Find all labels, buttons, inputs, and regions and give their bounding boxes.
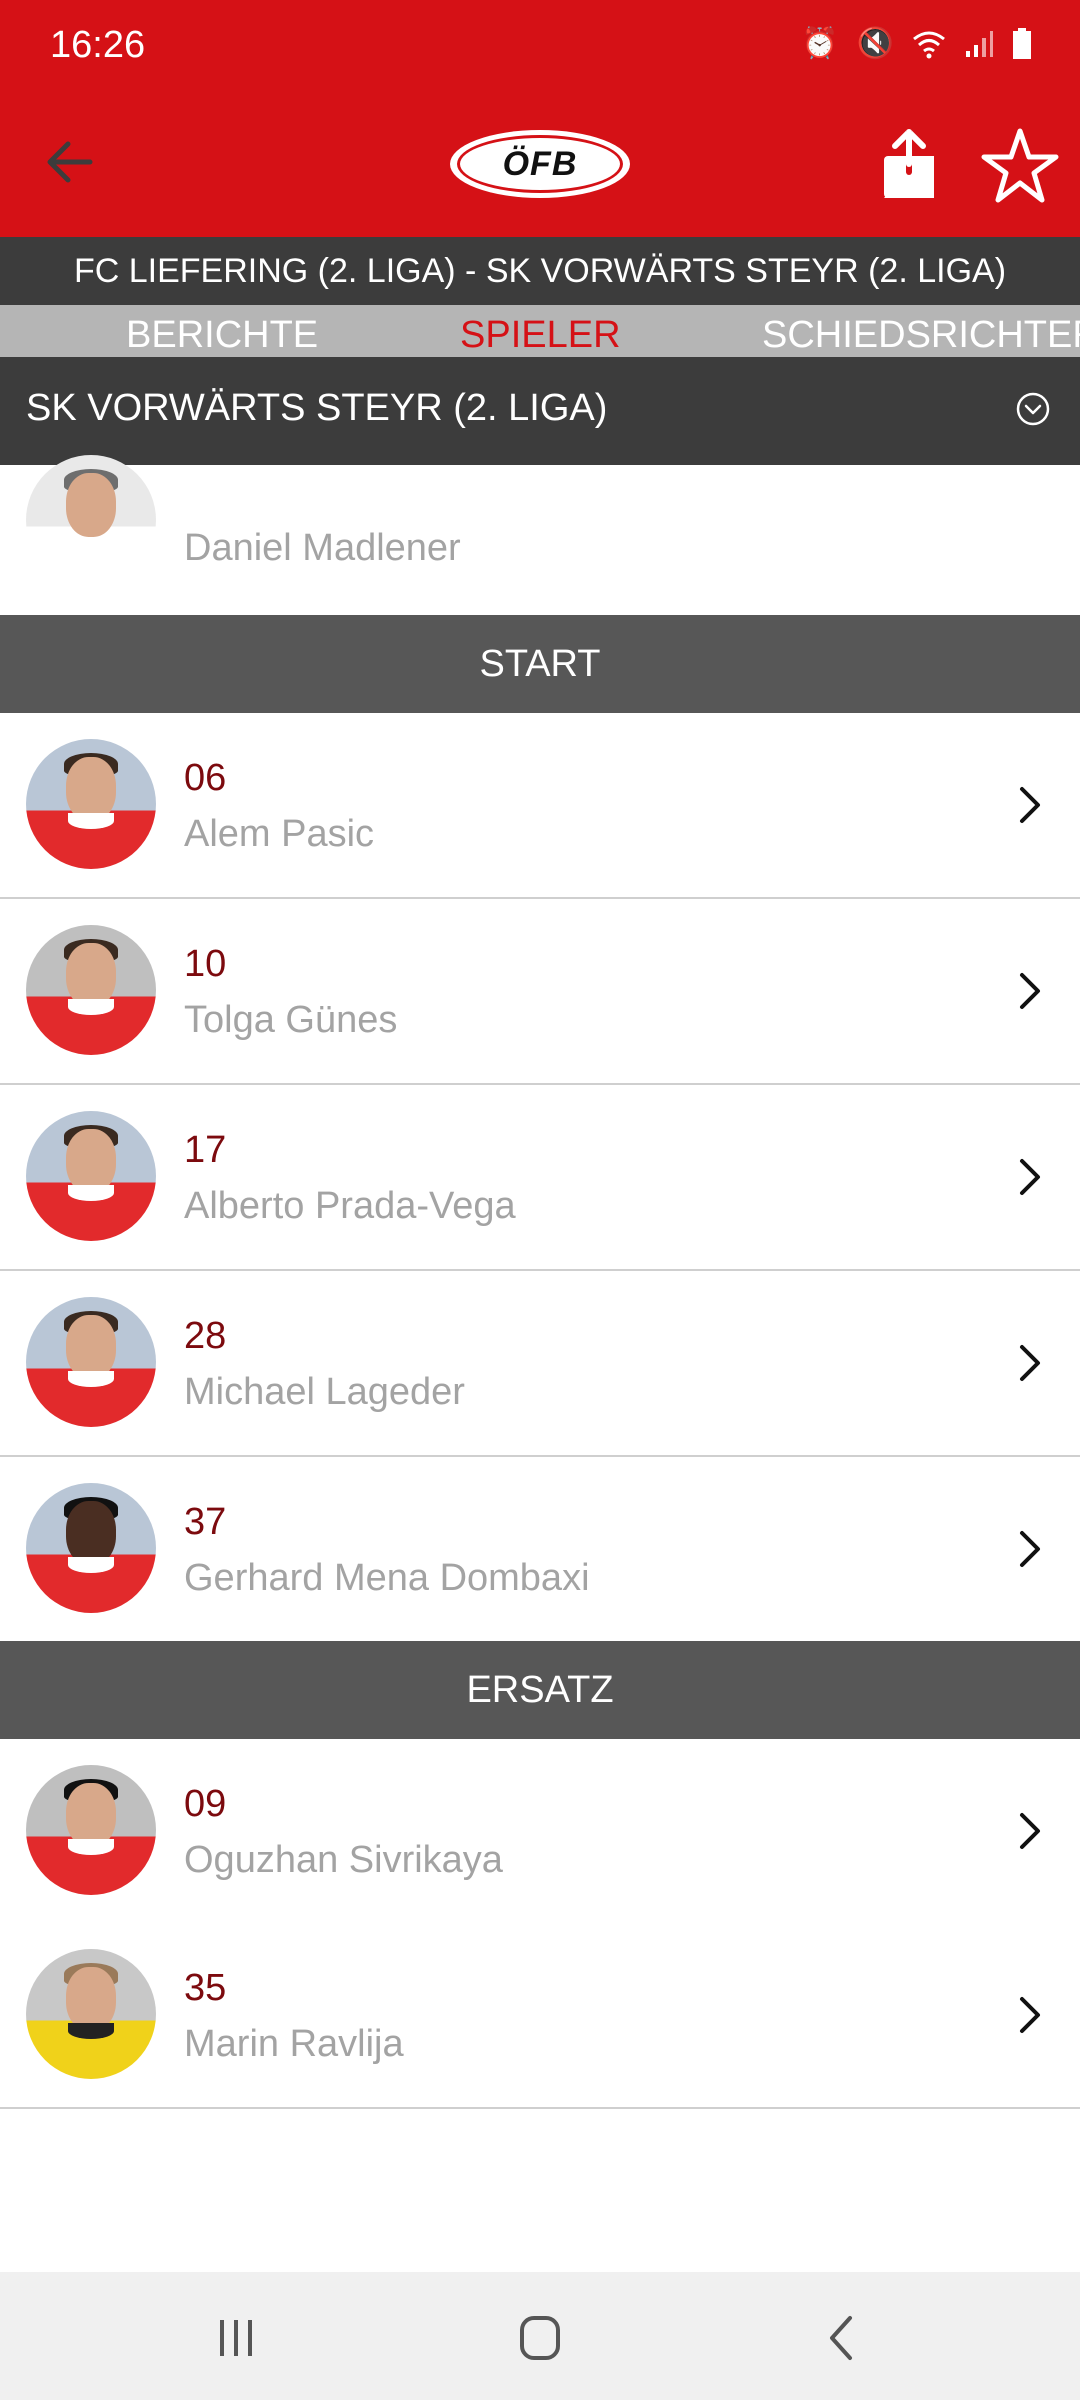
player-name: Marin Ravlija [184, 2023, 404, 2065]
team-selector[interactable]: SK VORWÄRTS STEYR (2. LIGA) [0, 357, 1080, 465]
avatar [26, 739, 156, 869]
recent-apps-icon[interactable] [206, 2312, 266, 2364]
player-number: 35 [184, 1967, 227, 2009]
back-icon[interactable] [812, 2312, 872, 2364]
chevron-right-icon[interactable] [1012, 969, 1048, 1013]
coach-name: Daniel Madlener [184, 527, 461, 569]
avatar [26, 1483, 156, 1613]
player-row[interactable]: 09 Oguzhan Sivrikaya [0, 1739, 1080, 1925]
team-selector-label: SK VORWÄRTS STEYR (2. LIGA) [26, 387, 608, 429]
player-number: 10 [184, 943, 227, 985]
section-header-start: START [0, 615, 1080, 713]
signal-icon [966, 30, 993, 57]
player-name: Gerhard Mena Dombaxi [184, 1557, 590, 1599]
status-bar: 16:26 ⏰ 🔇 [0, 0, 1080, 90]
battery-icon [1013, 27, 1031, 59]
player-name: Michael Lageder [184, 1371, 465, 1413]
player-name: Tolga Günes [184, 999, 398, 1041]
logo-text: ÖFB [457, 135, 623, 193]
chevron-right-icon[interactable] [1012, 1993, 1048, 2037]
chevron-down-circle-icon[interactable] [1015, 391, 1051, 427]
tab-bar: BERICHTE SPIELER SCHIEDSRICHTER [0, 305, 1080, 357]
status-time: 16:26 [50, 24, 146, 66]
ofb-logo: ÖFB [450, 130, 630, 198]
player-row[interactable]: 06 Alem Pasic [0, 713, 1080, 899]
coach-row: Daniel Madlener [0, 455, 1080, 615]
player-number: 17 [184, 1129, 227, 1171]
avatar [26, 1111, 156, 1241]
player-number: 09 [184, 1783, 227, 1825]
alarm-icon: ⏰ [801, 27, 839, 60]
chevron-right-icon[interactable] [1012, 1155, 1048, 1199]
player-row[interactable]: 17 Alberto Prada-Vega [0, 1085, 1080, 1271]
player-name: Alem Pasic [184, 813, 375, 855]
avatar [26, 1765, 156, 1895]
chevron-right-icon[interactable] [1012, 1527, 1048, 1571]
app-bar: ÖFB [0, 90, 1080, 237]
status-icons: ⏰ 🔇 [801, 26, 1032, 61]
back-arrow-icon[interactable] [40, 132, 100, 192]
mute-icon: 🔇 [856, 27, 894, 60]
player-number: 06 [184, 757, 227, 799]
avatar [26, 925, 156, 1055]
avatar [26, 1297, 156, 1427]
player-number: 28 [184, 1315, 227, 1357]
system-nav-bar [0, 2272, 1080, 2400]
wifi-icon [913, 31, 945, 58]
tab-schiedsrichter[interactable]: SCHIEDSRICHTER [762, 305, 1080, 357]
tab-spieler[interactable]: SPIELER [460, 305, 621, 357]
player-name: Alberto Prada-Vega [184, 1185, 516, 1227]
player-row[interactable]: 37 Gerhard Mena Dombaxi [0, 1457, 1080, 1643]
tab-berichte[interactable]: BERICHTE [126, 305, 318, 357]
player-row[interactable]: 35 Marin Ravlija [0, 1923, 1080, 2109]
chevron-right-icon[interactable] [1012, 783, 1048, 827]
avatar [26, 455, 156, 585]
home-icon[interactable] [510, 2312, 570, 2364]
share-icon[interactable] [878, 128, 940, 200]
match-title: FC LIEFERING (2. LIGA) - SK VORWÄRTS STE… [0, 237, 1080, 305]
player-number: 37 [184, 1501, 227, 1543]
section-header-ersatz: ERSATZ [0, 1641, 1080, 1739]
player-row[interactable]: 28 Michael Lageder [0, 1271, 1080, 1457]
player-row[interactable]: 10 Tolga Günes [0, 899, 1080, 1085]
player-name: Oguzhan Sivrikaya [184, 1839, 503, 1881]
chevron-right-icon[interactable] [1012, 1809, 1048, 1853]
star-icon[interactable] [980, 126, 1060, 206]
avatar [26, 1949, 156, 2079]
chevron-right-icon[interactable] [1012, 1341, 1048, 1385]
